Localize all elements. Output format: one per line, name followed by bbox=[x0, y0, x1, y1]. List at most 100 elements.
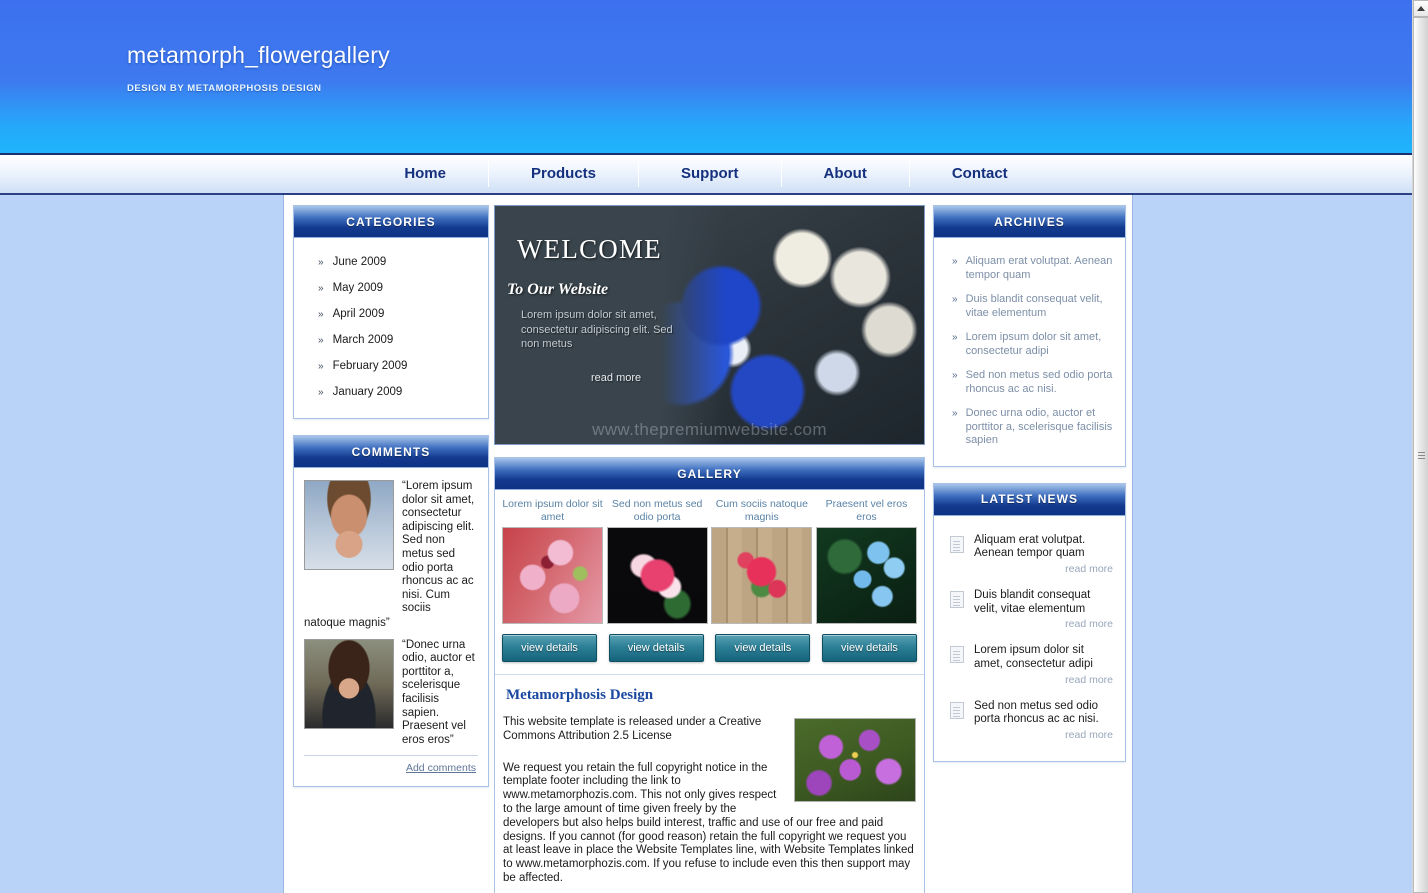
gallery-thumbnail-roses[interactable] bbox=[502, 527, 603, 624]
gallery-title: GALLERY bbox=[495, 458, 924, 490]
scrollbar-track[interactable] bbox=[1413, 17, 1428, 893]
category-label: June 2009 bbox=[332, 256, 387, 268]
archive-label: Lorem ipsum dolor sit amet, consectetur … bbox=[965, 331, 1102, 357]
archive-item[interactable]: » Donec urna odio, auctor et porttitor a… bbox=[944, 402, 1115, 454]
archive-label: Sed non metus sed odio porta rhoncus ac … bbox=[965, 369, 1113, 395]
category-item[interactable]: » March 2009 bbox=[304, 328, 478, 354]
categories-list: » June 2009 » May 2009 » April 2009 » Ma… bbox=[304, 250, 478, 406]
chevron-up-icon bbox=[1417, 6, 1425, 11]
categories-panel: CATEGORIES » June 2009 » May 2009 » Apri… bbox=[293, 205, 489, 419]
read-more-link[interactable]: read more bbox=[974, 618, 1113, 632]
comment-item: “Donec urna odio, auctor et porttitor a,… bbox=[304, 638, 478, 748]
read-more-link[interactable]: read more bbox=[974, 563, 1113, 577]
gallery-buttons: view details view details view details v… bbox=[495, 624, 924, 674]
archive-item[interactable]: » Lorem ipsum dolor sit amet, consectetu… bbox=[944, 326, 1115, 364]
comment-text: “Lorem ipsum dolor sit amet, consectetur… bbox=[402, 480, 475, 615]
chevron-right-icon: » bbox=[318, 387, 324, 398]
content-area: CATEGORIES » June 2009 » May 2009 » Apri… bbox=[0, 195, 1412, 893]
article-crocus-image bbox=[794, 718, 916, 802]
scrollbar-thumb[interactable] bbox=[1413, 17, 1428, 893]
header-titles: metamorph_flowergallery DESIGN BY METAMO… bbox=[127, 42, 390, 94]
news-text: Aliquam erat volutpat. Aenean tempor qua… bbox=[974, 533, 1086, 560]
nav-item-home[interactable]: Home bbox=[362, 161, 488, 187]
category-item[interactable]: » January 2009 bbox=[304, 380, 478, 406]
comment-row: “Lorem ipsum dolor sit amet, consectetur… bbox=[304, 480, 478, 616]
site-title: metamorph_flowergallery bbox=[127, 42, 390, 68]
latest-news-panel: LATEST NEWS Aliquam erat volutpat. Aenea… bbox=[933, 482, 1126, 763]
gallery-thumbnail-lily[interactable] bbox=[606, 527, 708, 624]
category-label: March 2009 bbox=[332, 334, 394, 346]
comments-body: “Lorem ipsum dolor sit amet, consectetur… bbox=[294, 468, 488, 786]
news-text-wrap: Duis blandit consequat velit, vitae elem… bbox=[974, 589, 1113, 632]
main-navigation: Home Products Support About Contact bbox=[0, 155, 1412, 195]
browser-viewport: metamorph_flowergallery DESIGN BY METAMO… bbox=[0, 0, 1428, 893]
category-item[interactable]: » May 2009 bbox=[304, 276, 478, 302]
site-header: metamorph_flowergallery DESIGN BY METAMO… bbox=[0, 0, 1412, 155]
avatar bbox=[304, 480, 394, 570]
welcome-banner: WELCOME To Our Website Lorem ipsum dolor… bbox=[494, 205, 925, 445]
chevron-right-icon: » bbox=[318, 361, 324, 372]
gallery-panel: GALLERY Lorem ipsum dolor sit amet Sed n… bbox=[494, 457, 925, 893]
comment-text-overflow: natoque magnis” bbox=[304, 616, 390, 629]
nav-item-support[interactable]: Support bbox=[639, 161, 781, 187]
news-text-wrap: Sed non metus sed odio porta rhoncus ac … bbox=[974, 700, 1113, 743]
welcome-read-more-link[interactable]: read more bbox=[591, 372, 641, 384]
archive-label: Aliquam erat volutpat. Aenean tempor qua… bbox=[965, 255, 1113, 281]
gallery-caption[interactable]: Lorem ipsum dolor sit amet bbox=[502, 498, 603, 524]
welcome-subtitle: To Our Website bbox=[507, 281, 609, 298]
archives-body: » Aliquam erat volutpat. Aenean tempor q… bbox=[934, 238, 1125, 466]
category-item[interactable]: » February 2009 bbox=[304, 354, 478, 380]
chevron-right-icon: » bbox=[952, 370, 958, 381]
comment-text: “Donec urna odio, auctor et porttitor a,… bbox=[402, 638, 475, 746]
gallery-caption[interactable]: Cum sociis natoque magnis bbox=[711, 498, 812, 524]
read-more-link[interactable]: read more bbox=[974, 674, 1113, 688]
nav-item-about[interactable]: About bbox=[782, 161, 909, 187]
document-icon bbox=[950, 590, 964, 608]
category-item[interactable]: » June 2009 bbox=[304, 250, 478, 276]
comments-title: COMMENTS bbox=[294, 436, 488, 468]
news-item: Lorem ipsum dolor sit amet, consectetur … bbox=[944, 638, 1115, 693]
vertical-scrollbar[interactable] bbox=[1412, 0, 1428, 893]
add-comments-link[interactable]: Add comments bbox=[304, 762, 478, 774]
categories-body: » June 2009 » May 2009 » April 2009 » Ma… bbox=[294, 238, 488, 418]
scroll-up-button[interactable] bbox=[1413, 0, 1428, 17]
category-item[interactable]: » April 2009 bbox=[304, 302, 478, 328]
category-label: January 2009 bbox=[332, 386, 403, 398]
category-label: April 2009 bbox=[332, 308, 385, 320]
archive-item[interactable]: » Sed non metus sed odio porta rhoncus a… bbox=[944, 364, 1115, 402]
gallery-caption[interactable]: Sed non metus sed odio porta bbox=[607, 498, 708, 524]
web-page: metamorph_flowergallery DESIGN BY METAMO… bbox=[0, 0, 1412, 893]
archive-item[interactable]: » Duis blandit consequat velit, vitae el… bbox=[944, 288, 1115, 326]
news-item: Duis blandit consequat velit, vitae elem… bbox=[944, 583, 1115, 638]
latest-news-title: LATEST NEWS bbox=[934, 483, 1125, 516]
grip-icon bbox=[1417, 451, 1425, 459]
main-column: WELCOME To Our Website Lorem ipsum dolor… bbox=[489, 205, 929, 893]
left-sidebar: CATEGORIES » June 2009 » May 2009 » Apri… bbox=[284, 205, 489, 893]
chevron-right-icon: » bbox=[952, 332, 958, 343]
page-container: CATEGORIES » June 2009 » May 2009 » Apri… bbox=[283, 195, 1133, 893]
news-text-wrap: Lorem ipsum dolor sit amet, consectetur … bbox=[974, 644, 1113, 687]
view-details-button[interactable]: view details bbox=[502, 634, 597, 662]
category-label: February 2009 bbox=[332, 360, 408, 372]
gallery-caption[interactable]: Praesent vel eros eros bbox=[816, 498, 917, 524]
welcome-title: WELCOME bbox=[517, 234, 662, 264]
read-more-link[interactable]: read more bbox=[974, 729, 1113, 743]
news-text: Lorem ipsum dolor sit amet, consectetur … bbox=[974, 644, 1093, 671]
nav-item-contact[interactable]: Contact bbox=[910, 161, 1050, 187]
chevron-right-icon: » bbox=[318, 283, 324, 294]
gallery-thumbnail-tulips[interactable] bbox=[711, 527, 813, 624]
gallery-grid: Lorem ipsum dolor sit amet Sed non metus… bbox=[495, 490, 924, 624]
view-details-button[interactable]: view details bbox=[821, 634, 917, 662]
gallery-item: Sed non metus sed odio porta bbox=[606, 498, 708, 624]
comment-row: “Donec urna odio, auctor et porttitor a,… bbox=[304, 638, 478, 748]
news-text-wrap: Aliquam erat volutpat. Aenean tempor qua… bbox=[974, 534, 1113, 577]
document-icon bbox=[950, 701, 964, 719]
archive-item[interactable]: » Aliquam erat volutpat. Aenean tempor q… bbox=[944, 250, 1115, 288]
comments-panel: COMMENTS “Lorem ipsum dolor sit amet, co… bbox=[293, 435, 489, 788]
gallery-thumbnail-forget-me-nots[interactable] bbox=[815, 527, 917, 624]
view-details-button[interactable]: view details bbox=[608, 634, 704, 662]
view-details-button[interactable]: view details bbox=[715, 634, 811, 662]
gallery-item: Praesent vel eros eros bbox=[815, 498, 917, 624]
welcome-body: Lorem ipsum dolor sit amet, consectetur … bbox=[521, 309, 673, 350]
nav-item-products[interactable]: Products bbox=[489, 161, 638, 187]
